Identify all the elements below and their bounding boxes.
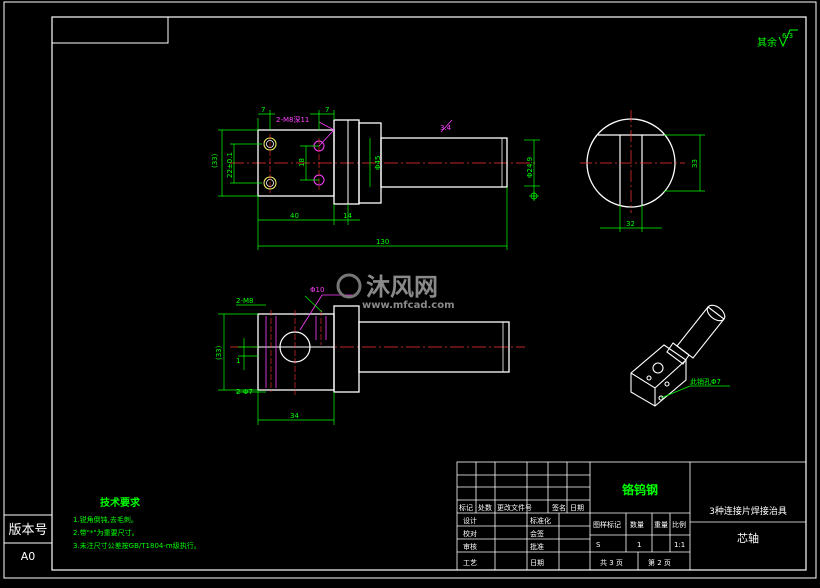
dim-34: 34: [290, 412, 299, 420]
dim-33c: (33): [215, 345, 223, 360]
tech-requirements: 技术要求 1.锐角倒钝,去毛刺。 2.带"*"为重要尺寸。 3.未注尺寸公差按G…: [73, 496, 201, 550]
dim-22: 22±0.1: [226, 152, 234, 178]
role2-2: 会签: [530, 529, 544, 538]
top-flange: [333, 305, 360, 393]
role2-4: 日期: [530, 559, 544, 567]
front-flange: [333, 119, 360, 205]
roughness-text: 其余: [757, 36, 777, 49]
rev-header-3: 更改文件号: [497, 503, 532, 512]
dim-24-9: Φ24.9: [526, 157, 534, 178]
part-name: 芯轴: [737, 531, 759, 545]
page-number: 第 2 页: [648, 558, 671, 567]
top-dimension-texts: 2-M8 Φ10 (33) 1 2-Φ7 34: [215, 286, 324, 420]
role-3: 审核: [463, 542, 477, 551]
rev-header-5: 日期: [570, 504, 584, 512]
mid-header-1: 图样标记: [593, 520, 621, 529]
side-view: 32 33: [580, 110, 705, 232]
role2-3: 批准: [530, 542, 544, 551]
dim-32: 32: [626, 220, 635, 228]
iso-note: 此销孔Φ7: [690, 377, 721, 386]
dim-m8: 2-M8: [236, 297, 253, 305]
dim-130: 130: [376, 238, 389, 246]
tech-line-3: 3.未注尺寸公差按GB/T1804-m级执行。: [73, 541, 201, 550]
role-4: 工艺: [463, 559, 477, 567]
scale-value: 1:1: [674, 541, 685, 549]
mid-header-4: 比例: [672, 520, 686, 529]
role-2: 校对: [463, 529, 477, 538]
version-box: 版本号 A0: [4, 514, 52, 563]
dim-3-4: 3.4: [440, 124, 452, 132]
title-block-text: 标记 处数 更改文件号 签名 日期 设计 校对 审核 工艺 标准化 会签 批准 …: [459, 482, 787, 567]
mid-header-3: 重量: [654, 521, 668, 529]
watermark-cn: 沐风网: [366, 273, 438, 301]
front-view: [230, 119, 535, 205]
dim-phi7: 2-Φ7: [236, 388, 253, 396]
version-value: A0: [21, 550, 36, 563]
hole-note: 2-M8深11: [276, 115, 309, 124]
total-pages: 共 3 页: [600, 558, 623, 567]
version-label: 版本号: [8, 523, 47, 538]
dim-18: 18: [298, 158, 306, 167]
front-shaft: [380, 137, 508, 188]
watermark-url: www.mfcad.com: [362, 300, 455, 311]
rev-header-4: 签名: [552, 503, 566, 512]
top-block: [257, 313, 335, 391]
dim-14: 14: [343, 212, 352, 220]
qty-value: 1: [637, 541, 641, 549]
tech-line-2: 2.带"*"为重要尺寸。: [73, 528, 139, 537]
mid-header-2: 数量: [630, 520, 644, 529]
isometric-note: 此销孔Φ7: [660, 377, 730, 399]
material: 铬钨钢: [622, 482, 658, 497]
corner-code-box: [51, 16, 169, 44]
dim-33b: 33: [691, 159, 699, 168]
watermark: 沐风网 www.mfcad.com: [336, 273, 455, 311]
dim-phi10: Φ10: [310, 286, 324, 294]
dim-33: (33): [211, 153, 219, 168]
dim-1: 1: [236, 357, 240, 365]
mark-value: S: [596, 541, 601, 549]
tech-line-1: 1.锐角倒钝,去毛刺。: [73, 515, 138, 524]
front-dimension-texts: 7 7 2-M8深11 (33) 22±0.1 18 Φ45 40 14 130…: [211, 106, 534, 246]
cad-drawing-canvas[interactable]: 版本号 A0 其余 6.3 7 7 2-M8深11 (33) 22±0.1 18…: [0, 0, 820, 584]
dim-40: 40: [290, 212, 299, 220]
roughness-note: 其余 6.3: [757, 29, 798, 49]
dim-7b: 7: [325, 106, 329, 114]
dim-7a: 7: [261, 106, 265, 114]
watermark-logo-icon: [336, 273, 362, 299]
role2-1: 标准化: [530, 516, 551, 525]
tech-title: 技术要求: [100, 496, 141, 509]
roughness-value: 6.3: [782, 32, 793, 40]
project-name: 3种连接片焊接治具: [709, 505, 787, 517]
dim-45: Φ45: [374, 156, 382, 170]
role-1: 设计: [463, 516, 477, 525]
drawing-sheet: 版本号 A0 其余 6.3 7 7 2-M8深11 (33) 22±0.1 18…: [3, 1, 817, 579]
rev-header-2: 处数: [478, 503, 492, 512]
front-dimensions: [218, 110, 540, 250]
rev-header-1: 标记: [459, 503, 473, 512]
